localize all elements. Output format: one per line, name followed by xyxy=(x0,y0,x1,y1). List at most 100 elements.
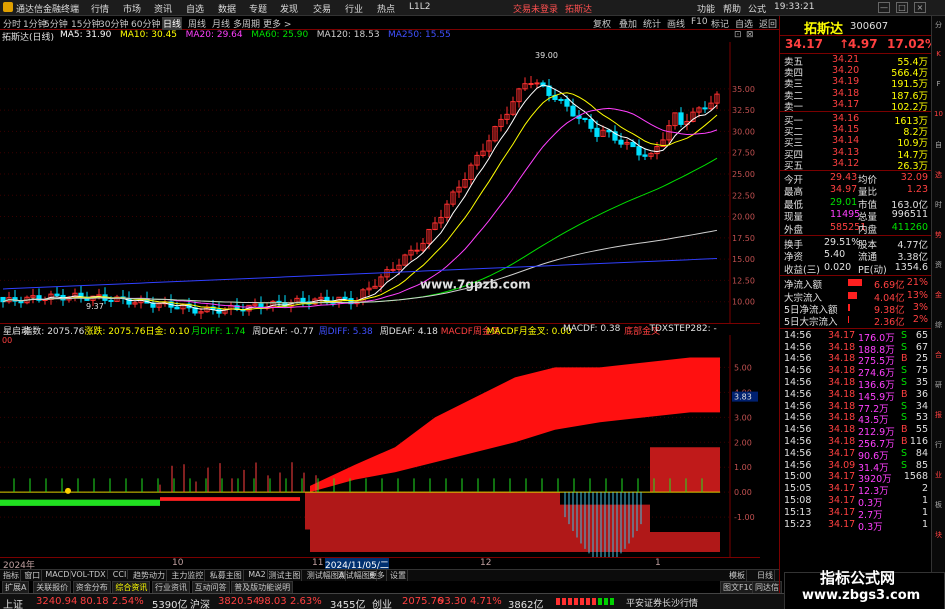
daily-tab[interactable]: 日线 xyxy=(756,570,775,581)
indicator-tab[interactable]: 测试主图 xyxy=(267,570,303,581)
toolbar-button[interactable]: 标记 xyxy=(711,17,729,30)
menu-item[interactable]: 交易 xyxy=(313,2,331,15)
side-nav-icon[interactable]: 研 xyxy=(933,380,944,391)
period-tab[interactable]: 多周期 xyxy=(233,17,260,30)
menu-item[interactable]: 发现 xyxy=(280,2,298,15)
side-nav-icon[interactable]: 10 xyxy=(933,110,944,121)
close-button[interactable]: × xyxy=(914,2,926,13)
ask-price: 34.21 xyxy=(832,54,860,65)
menu-item[interactable]: 市场 xyxy=(123,2,141,15)
indicator-marker-label: 3.83 xyxy=(734,393,752,402)
period-tab[interactable]: 周线 xyxy=(188,17,206,30)
toolbar-button[interactable]: 叠加 xyxy=(619,17,637,30)
period-tab[interactable]: 60分钟 xyxy=(131,17,160,30)
side-nav-icon[interactable]: 块 xyxy=(933,530,944,541)
side-nav-icon[interactable]: 合 xyxy=(933,350,944,361)
bid-row[interactable]: 买三 34.14 10.9万 xyxy=(782,135,930,149)
side-nav-icon[interactable]: 资 xyxy=(933,260,944,271)
side-nav-icon[interactable]: 业 xyxy=(933,470,944,481)
ask-row[interactable]: 卖五 34.21 55.4万 xyxy=(782,54,930,68)
toolbar-button[interactable]: F10 xyxy=(691,17,708,27)
side-nav-icon[interactable]: 自 xyxy=(933,140,944,151)
ask-row[interactable]: 卖三 34.19 191.5万 xyxy=(782,76,930,90)
side-nav-icon[interactable]: 行 xyxy=(933,440,944,451)
last-price: 34.17 xyxy=(785,37,823,51)
indicator-tab[interactable]: 设置 xyxy=(389,570,408,581)
menu-formula[interactable]: 公式 xyxy=(748,2,766,15)
period-tab[interactable]: 分时 xyxy=(3,17,21,30)
toolbar-button[interactable]: 自选 xyxy=(735,17,753,30)
side-nav-icon[interactable]: 板 xyxy=(933,500,944,511)
price-change-pct: 17.02% xyxy=(887,37,937,51)
indicator-tab[interactable]: 私募主图 xyxy=(209,570,244,581)
ask-row[interactable]: 卖四 34.20 566.4万 xyxy=(782,65,930,79)
side-nav-icon[interactable]: 报 xyxy=(933,410,944,421)
period-tab[interactable]: 月线 xyxy=(212,17,230,30)
side-nav-icon[interactable]: K xyxy=(933,50,944,61)
candle-body xyxy=(570,105,576,117)
ma-legend: MA120: 18.53 xyxy=(316,30,380,40)
toolbar-button[interactable]: 返回 xyxy=(759,17,777,30)
tick-row: 15:05 34.17 12.3万 2 xyxy=(782,483,930,497)
bid-row[interactable]: 买五 34.12 26.3万 xyxy=(782,158,930,172)
side-nav-icon[interactable]: 分 xyxy=(933,20,944,31)
indicator-tab[interactable]: MA2 xyxy=(247,570,268,579)
indicator-tab[interactable]: 更多 xyxy=(368,570,387,581)
tick-time: 14:56 xyxy=(784,388,812,400)
indicator-tab[interactable]: MACD xyxy=(44,570,72,579)
pane-close-icon[interactable]: ⊠ xyxy=(746,30,754,40)
toolbar-button[interactable]: 画线 xyxy=(667,17,685,30)
tick-count: 1 xyxy=(921,506,928,518)
period-tab[interactable]: 30分钟 xyxy=(99,17,128,30)
menu-item[interactable]: 行业 xyxy=(345,2,363,15)
ask-row[interactable]: 卖一 34.17 102.2万 xyxy=(782,99,930,113)
side-nav-icon[interactable]: 金 xyxy=(933,290,944,301)
side-nav-icon[interactable]: 势 xyxy=(933,230,944,241)
side-nav-icon[interactable]: 选 xyxy=(933,170,944,181)
menu-item[interactable]: 专题 xyxy=(249,2,267,15)
indicator-tab[interactable]: CCI xyxy=(112,570,129,579)
side-nav-icon[interactable]: 时 xyxy=(933,200,944,211)
period-tab[interactable]: 15分钟 xyxy=(71,17,100,30)
tick-row: 14:56 34.18 43.5万 S 53 xyxy=(782,412,930,426)
maximize-button[interactable]: □ xyxy=(896,2,908,13)
menu-item[interactable]: 数据 xyxy=(218,2,236,15)
menu-item[interactable]: 资讯 xyxy=(154,2,172,15)
template-tab[interactable]: 模板 xyxy=(728,570,747,581)
menu-item[interactable]: 自选 xyxy=(186,2,204,15)
indicator-tab[interactable]: 主力监控 xyxy=(170,570,206,581)
indicator-tab[interactable]: 趋势动力 xyxy=(132,570,167,581)
bid-row[interactable]: 买四 34.13 14.7万 xyxy=(782,147,930,161)
promo-stock[interactable]: 拓斯达 xyxy=(565,2,592,15)
tick-time: 14:56 xyxy=(784,459,812,471)
period-tab[interactable]: 5分钟 xyxy=(44,17,68,30)
toolbar-button[interactable]: 统计 xyxy=(643,17,661,30)
period-tab[interactable]: 更多 > xyxy=(263,17,291,30)
menu-item[interactable]: 行情 xyxy=(91,2,109,15)
indicator-tab[interactable]: 指标 xyxy=(2,570,21,581)
tick-count: 1568 xyxy=(903,471,928,483)
indicator-value: MACDF: 0.38 xyxy=(563,324,621,334)
index-bar xyxy=(580,598,584,605)
indicator-chart[interactable]: 5.004.003.002.001.000.00-1.003.8300 xyxy=(0,335,760,557)
side-nav-icon[interactable]: F xyxy=(933,80,944,91)
pane-max-icon[interactable]: ⊡ xyxy=(734,30,742,40)
login-status[interactable]: 交易未登录 xyxy=(513,2,558,15)
bid-row[interactable]: 买二 34.15 8.2万 xyxy=(782,124,930,138)
menu-item[interactable]: L1L2 xyxy=(409,2,430,12)
ma-line xyxy=(2,92,718,311)
candlestick-chart[interactable]: 35.00 32.50 30.00 27.50 25.00 22.50 20.00 17.50… xyxy=(0,42,760,323)
status-bar: 平安证券长沙行情 指标公式网 www.zbgs3.com 上证 3240.94 80… xyxy=(0,569,945,609)
menu-function[interactable]: 功能 xyxy=(697,2,715,15)
toolbar-button[interactable]: 复权 xyxy=(593,17,611,30)
period-tab[interactable]: 日线 xyxy=(162,17,183,30)
index-quote: 98.03 xyxy=(258,596,287,607)
bid-row[interactable]: 买一 34.16 1613万 xyxy=(782,113,930,127)
menu-help[interactable]: 帮助 xyxy=(723,2,741,15)
indicator-tab[interactable]: 窗口 xyxy=(23,570,43,581)
indicator-tab[interactable]: VOL-TDX xyxy=(70,570,108,579)
menu-item[interactable]: 热点 xyxy=(377,2,395,15)
ask-row[interactable]: 卖二 34.18 187.6万 xyxy=(782,88,930,102)
side-nav-icon[interactable]: 综 xyxy=(933,320,944,331)
minimize-button[interactable]: — xyxy=(878,2,890,13)
